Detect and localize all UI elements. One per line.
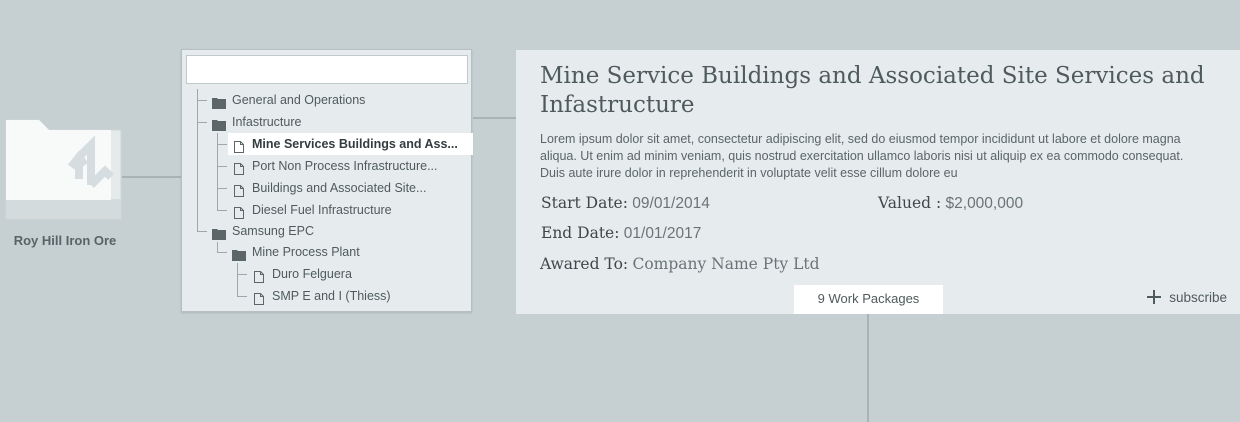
- subscribe-button[interactable]: subscribe: [1146, 286, 1227, 308]
- valued-field: Valued : $2,000,000: [878, 193, 1023, 214]
- tree-item-mine-services-buildings[interactable]: Mine Services Buildings and Ass...: [228, 133, 473, 155]
- work-packages-tab[interactable]: 9 Work Packages: [794, 285, 943, 314]
- tree-panel: General and Operations Infastructure Min…: [181, 49, 473, 312]
- tree-guide: [197, 122, 207, 123]
- file-icon: [234, 182, 244, 204]
- awarded-to-field: Awared To: Company Name Pty Ltd: [540, 254, 820, 275]
- tree-search-input[interactable]: [186, 55, 468, 84]
- end-date-value: 01/01/2017: [623, 225, 702, 242]
- tree-guide: [217, 188, 227, 189]
- tree-guide: [217, 144, 227, 145]
- awarded-to-value: Company Name Pty Ltd: [632, 255, 820, 273]
- folder-icon: [5, 119, 122, 220]
- valued-label: Valued :: [878, 194, 942, 212]
- tree-guide: [217, 252, 227, 253]
- tree-guide: [217, 210, 227, 211]
- start-date-field: Start Date: 09/01/2014: [541, 193, 710, 214]
- awarded-to-label: Awared To:: [540, 255, 629, 273]
- valued-value: $2,000,000: [945, 195, 1024, 212]
- detail-title: Mine Service Buildings and Associated Si…: [540, 63, 1205, 118]
- tree-guide: [197, 100, 207, 101]
- subscribe-label: subscribe: [1169, 290, 1227, 305]
- file-icon: [234, 160, 244, 182]
- root-label[interactable]: Roy Hill Iron Ore: [0, 233, 130, 248]
- tree-guide: [197, 231, 207, 232]
- start-date-label: Start Date:: [541, 194, 628, 212]
- tree-guide: [197, 89, 198, 231]
- folder-icon: [232, 246, 246, 268]
- plus-icon: [1146, 289, 1162, 305]
- detail-description: Lorem ipsum dolor sit amet, consectetur …: [540, 132, 1184, 180]
- detail-panel: Mine Service Buildings and Associated Si…: [516, 50, 1240, 314]
- file-icon: [254, 290, 264, 312]
- start-date-value: 09/01/2014: [632, 195, 710, 212]
- end-date-field: End Date: 01/01/2017: [541, 223, 701, 244]
- file-icon: [234, 138, 244, 160]
- connector-tree-detail: [473, 117, 516, 119]
- tree-guide: [237, 274, 247, 275]
- end-date-label: End Date:: [541, 224, 620, 242]
- connector-root-tree: [122, 176, 181, 178]
- connector-detail-down: [867, 314, 869, 422]
- folder-icon: [212, 225, 226, 247]
- tree-guide: [237, 296, 247, 297]
- folder-icon: [212, 94, 226, 116]
- tree-guide: [217, 166, 227, 167]
- root-folder-card[interactable]: [5, 119, 122, 220]
- folder-icon: [212, 116, 226, 138]
- file-icon: [254, 268, 264, 290]
